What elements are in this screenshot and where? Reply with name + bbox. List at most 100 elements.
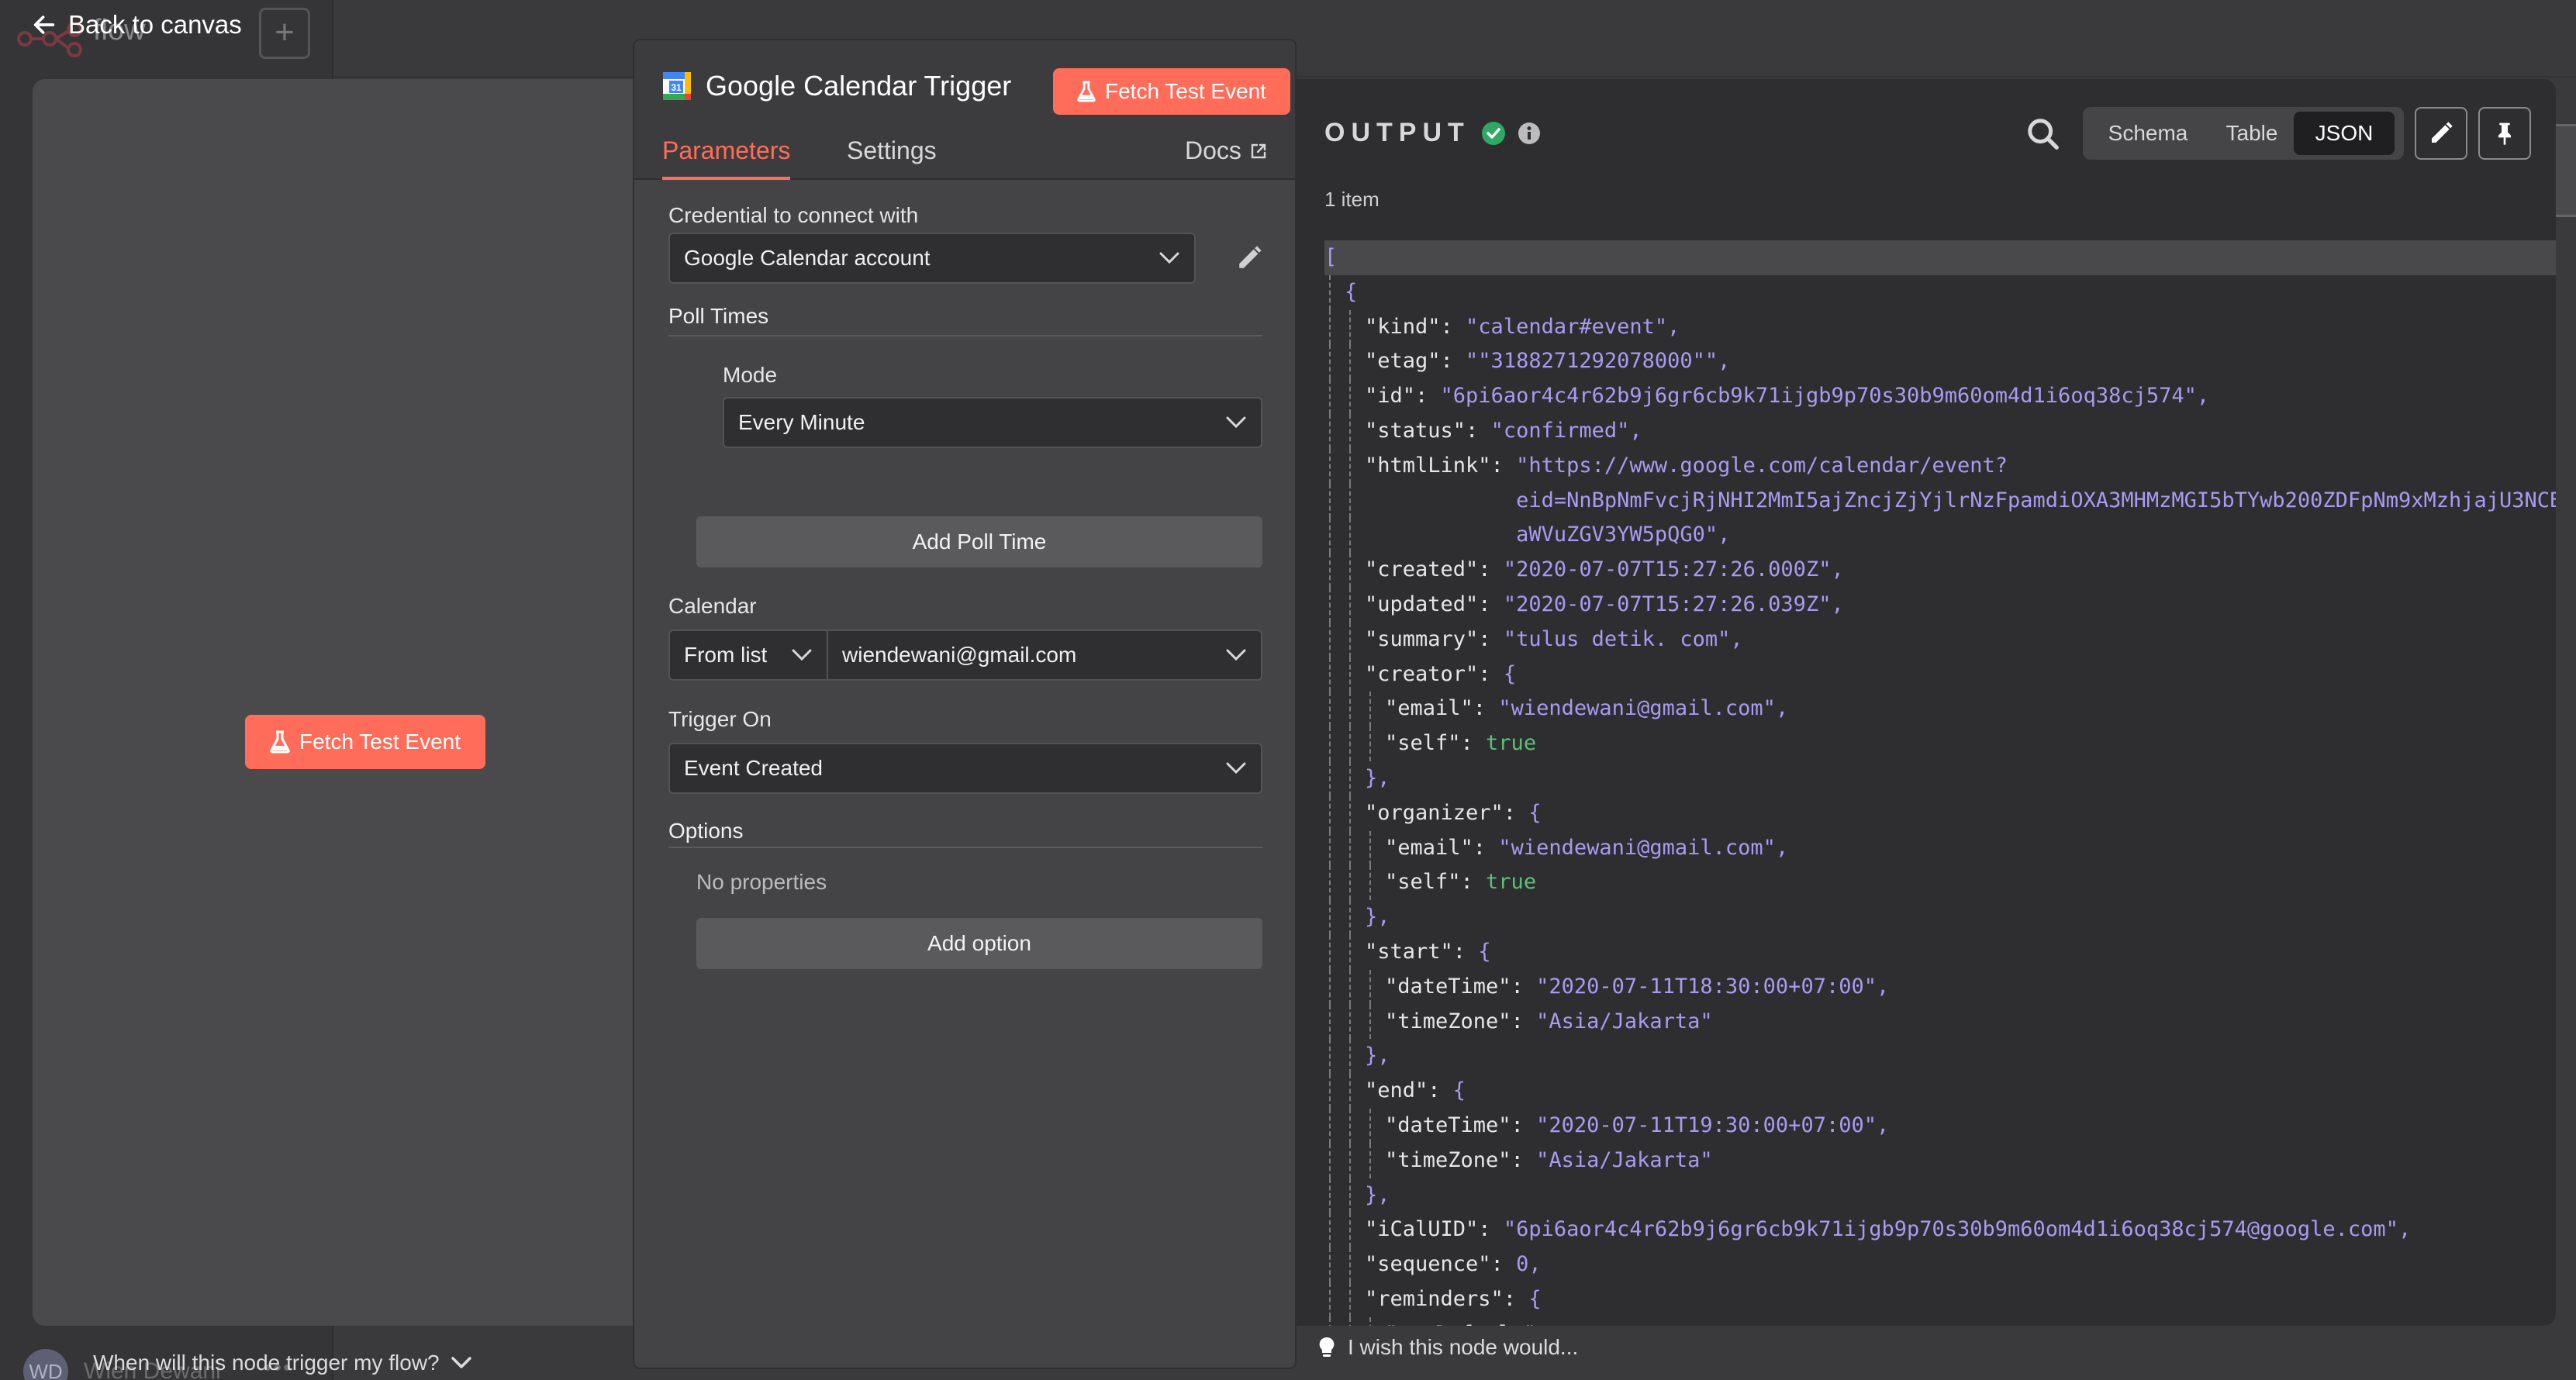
calendar-label: Calendar <box>668 594 757 618</box>
json-token: ""3188271292078000"" <box>1466 349 1718 374</box>
credential-label: Credential to connect with <box>668 203 919 227</box>
credential-value: Google Calendar account <box>684 246 931 270</box>
indent-guide <box>1329 1108 1331 1144</box>
fetch-test-event-button[interactable]: Fetch Test Event <box>245 715 485 769</box>
indent-guide <box>1329 1039 1331 1075</box>
indent-guide <box>1329 379 1331 414</box>
indent-guide <box>1329 969 1331 1005</box>
json-line-text: "sequence": 0, <box>1365 1247 1542 1282</box>
indent-guide <box>1349 1247 1351 1282</box>
add-button[interactable]: + <box>259 8 310 59</box>
json-token: "sequence": <box>1365 1252 1517 1277</box>
indent-guide <box>1349 726 1351 761</box>
indent-guide <box>1329 622 1331 657</box>
json-token: , <box>1528 1252 1542 1277</box>
calendar-source-select[interactable]: From list <box>668 630 828 681</box>
json-token: "wiendewani@gmail.com" <box>1498 835 1776 860</box>
json-token: "Asia/Jakarta" <box>1536 1009 1713 1033</box>
calendar-select[interactable]: wiendewani@gmail.com <box>827 630 1262 681</box>
json-token: true <box>1486 731 1537 756</box>
options-title: Options <box>668 819 744 843</box>
indent-guide <box>1349 865 1351 901</box>
indent-guide <box>1369 969 1371 1005</box>
indent-guide <box>1369 726 1371 761</box>
edit-credential-icon[interactable] <box>1236 245 1262 271</box>
edit-output-button[interactable] <box>2415 107 2467 160</box>
output-title-text: OUTPUT <box>1324 118 1470 147</box>
indent-guide <box>1349 309 1351 345</box>
json-token: "wiendewani@gmail.com" <box>1498 696 1776 721</box>
json-line: "email": "wiendewani@gmail.com", <box>1324 830 2556 866</box>
json-line-text: "self": true <box>1385 726 1536 761</box>
json-token: "tulus detik. com" <box>1503 626 1731 651</box>
lightbulb-icon <box>1319 1337 1335 1357</box>
indent-guide <box>1329 483 1331 519</box>
json-line: "organizer": { <box>1324 795 2556 831</box>
calendar-source-value: From list <box>684 643 768 667</box>
json-line-text: "timeZone": "Asia/Jakarta" <box>1385 1005 1713 1040</box>
indent-guide <box>1329 900 1331 935</box>
json-line-text: "created": "2020-07-07T15:27:26.000Z", <box>1365 553 1844 588</box>
json-line: "kind": "calendar#event", <box>1324 309 2556 345</box>
json-token: , <box>1831 557 1844 582</box>
json-line: "htmlLink": "https://www.google.com/cale… <box>1324 448 2556 484</box>
indent-guide <box>1349 413 1351 449</box>
indent-guide <box>1349 795 1351 831</box>
json-token: eid=NnBpNmFvcjRjNHI2MmI5ajZncjZjYjlrNzFp… <box>1516 488 2556 512</box>
json-token: aWVuZGV3YW5pQG0" <box>1516 523 1718 547</box>
json-line-text: "start": { <box>1365 935 1491 970</box>
json-token: "useDefault": <box>1385 1322 1562 1326</box>
json-line-text: "organizer": { <box>1365 796 1542 831</box>
json-token: , <box>1775 835 1789 860</box>
mode-label: Mode <box>723 363 778 387</box>
json-line-text: [ <box>1324 240 1337 275</box>
json-line-text: aWVuZGV3YW5pQG0", <box>1365 518 1730 553</box>
tab-settings[interactable]: Settings <box>847 136 937 180</box>
output-title: OUTPUT <box>1324 118 1542 148</box>
json-viewer[interactable]: [{"kind": "calendar#event", "etag": ""318… <box>1324 240 2556 1326</box>
json-token: true <box>1562 1322 1612 1326</box>
tab-parameters[interactable]: Parameters <box>662 136 791 180</box>
add-option-button[interactable]: Add option <box>696 918 1262 969</box>
indent-guide <box>1329 1316 1331 1326</box>
add-poll-time-button[interactable]: Add Poll Time <box>696 516 1262 568</box>
indent-guide <box>1349 934 1351 970</box>
indent-guide <box>1329 795 1331 831</box>
node-fetch-test-event-button[interactable]: Fetch Test Event <box>1053 68 1290 115</box>
pin-data-button[interactable] <box>2478 107 2531 160</box>
json-line-text: "creator": { <box>1365 657 1516 692</box>
json-line: "end": { <box>1324 1074 2556 1109</box>
mode-select[interactable]: Every Minute <box>723 397 1262 448</box>
feedback-text: I wish this node would... <box>1348 1335 1579 1359</box>
trigger-question-toggle[interactable]: When will this node trigger my flow? <box>93 1351 472 1375</box>
feedback-link[interactable]: I wish this node would... <box>1318 1335 1578 1360</box>
credential-select[interactable]: Google Calendar account <box>668 233 1196 284</box>
back-to-canvas-link[interactable]: Back to canvas <box>31 3 242 47</box>
indent-guide <box>1349 622 1351 657</box>
fetch-test-event-label: Fetch Test Event <box>299 730 461 754</box>
json-line-text: }, <box>1365 1039 1390 1074</box>
json-token: "self": <box>1385 870 1487 895</box>
json-line-text: "email": "wiendewani@gmail.com", <box>1385 831 1788 866</box>
json-line: "updated": "2020-07-07T15:27:26.039Z", <box>1324 587 2556 623</box>
tab-docs[interactable]: Docs <box>1185 136 1268 165</box>
json-token: { <box>1452 1078 1466 1103</box>
node-title-text: Google Calendar Trigger <box>706 70 1012 102</box>
indent-guide <box>1369 1108 1371 1144</box>
json-token: "6pi6aor4c4r62b9j6gr6cb9k71ijgb9p70s30b9… <box>1440 384 2197 409</box>
view-table[interactable]: Table <box>2210 112 2294 155</box>
view-schema[interactable]: Schema <box>2086 112 2210 155</box>
trigger-on-select[interactable]: Event Created <box>668 743 1262 794</box>
json-token: "organizer": <box>1365 800 1529 825</box>
info-icon[interactable] <box>1517 121 1542 146</box>
view-json[interactable]: JSON <box>2294 112 2395 155</box>
indent-guide <box>1329 587 1331 623</box>
json-token: "Asia/Jakarta" <box>1536 1147 1713 1172</box>
json-token: { <box>1528 800 1542 825</box>
flask-icon <box>270 730 290 754</box>
output-panel: OUTPUT Schema Table JSON 1 item [{"kind"… <box>1297 79 2556 1326</box>
json-line: "status": "confirmed", <box>1324 413 2556 449</box>
search-icon[interactable] <box>2025 116 2061 152</box>
indent-guide <box>1329 344 1331 380</box>
input-panel: Fetch Test Event When will this node tri… <box>33 79 637 1375</box>
